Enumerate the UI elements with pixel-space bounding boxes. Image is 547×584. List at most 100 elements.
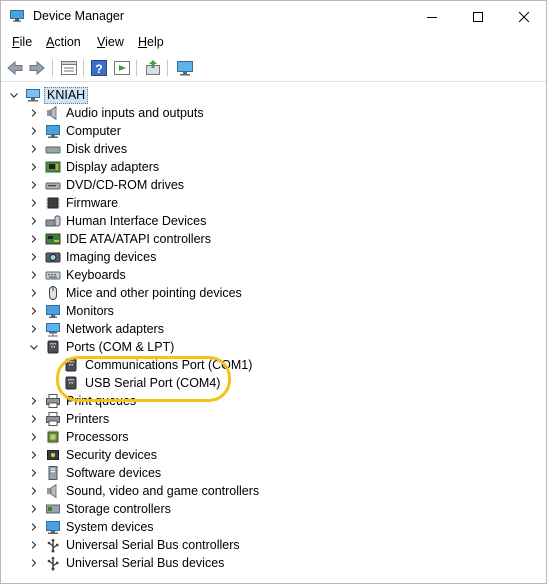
close-button[interactable]: [501, 1, 547, 32]
chevron-right-icon[interactable]: [29, 540, 39, 550]
chevron-right-icon[interactable]: [29, 270, 39, 280]
chevron-right-icon[interactable]: [29, 306, 39, 316]
update-driver-icon[interactable]: [144, 59, 162, 77]
tree-item-processors[interactable]: Processors: [1, 428, 546, 446]
title-bar[interactable]: Device Manager: [1, 1, 546, 32]
chevron-right-icon[interactable]: [29, 252, 39, 262]
chevron-right-icon[interactable]: [29, 504, 39, 514]
tree-item-human-interface-devices[interactable]: Human Interface Devices: [1, 212, 546, 230]
tree-item-label: Universal Serial Bus devices: [66, 556, 225, 570]
chevron-right-icon[interactable]: [29, 450, 39, 460]
toolbar: ?: [1, 54, 546, 82]
mouse-icon: [49, 286, 57, 300]
tree-item-system-devices[interactable]: System devices: [1, 518, 546, 536]
software-device-icon: [48, 466, 58, 480]
tree-item-storage-controllers[interactable]: Storage controllers: [1, 500, 546, 518]
menu-view[interactable]: View: [97, 35, 124, 49]
chevron-right-icon[interactable]: [29, 432, 39, 442]
tree-item-software-devices[interactable]: Software devices: [1, 464, 546, 482]
tree-item-label: Network adapters: [66, 322, 164, 336]
disk-drive-icon: [45, 146, 61, 154]
back-arrow-icon[interactable]: [6, 59, 24, 77]
chevron-right-icon[interactable]: [29, 216, 39, 226]
minimize-icon: [427, 16, 437, 18]
security-icon: [47, 450, 59, 460]
tree-item-label: Imaging devices: [66, 250, 157, 264]
tree-item-label: DVD/CD-ROM drives: [66, 178, 185, 192]
tree-item-imaging-devices[interactable]: Imaging devices: [1, 248, 546, 266]
tree-item-label: Universal Serial Bus controllers: [66, 538, 240, 552]
tree-item-computer[interactable]: Computer: [1, 122, 546, 140]
forward-arrow-icon[interactable]: [28, 59, 46, 77]
tree-item-label: IDE ATA/ATAPI controllers: [66, 232, 211, 246]
tree-item-sound-video-and-game-controllers[interactable]: Sound, video and game controllers: [1, 482, 546, 500]
tree-item-network-adapters[interactable]: Network adapters: [1, 320, 546, 338]
svg-text:?: ?: [95, 62, 102, 76]
tree-item-label: Ports (COM & LPT): [66, 340, 175, 354]
system-device-icon: [46, 521, 60, 534]
tree-item-firmware[interactable]: Firmware: [1, 194, 546, 212]
properties-view-icon[interactable]: [60, 59, 78, 77]
chevron-right-icon[interactable]: [29, 522, 39, 532]
tree-item-display-adapters[interactable]: Display adapters: [1, 158, 546, 176]
tree-item-audio-inputs-and-outputs[interactable]: Audio inputs and outputs: [1, 104, 546, 122]
tree-item-label: System devices: [66, 520, 154, 534]
processor-icon: [47, 430, 59, 444]
chevron-right-icon[interactable]: [29, 288, 39, 298]
chevron-right-icon[interactable]: [29, 324, 39, 334]
chevron-right-icon[interactable]: [29, 180, 39, 190]
tree-root-computer[interactable]: KNIAH: [1, 86, 546, 104]
display-adapter-icon: [45, 161, 61, 173]
chevron-right-icon[interactable]: [29, 162, 39, 172]
usb-icon: [47, 556, 59, 571]
tree-item-security-devices[interactable]: Security devices: [1, 446, 546, 464]
camera-icon: [45, 252, 61, 263]
tree-item-dvd-cd-rom-drives[interactable]: DVD/CD-ROM drives: [1, 176, 546, 194]
tree-item-printers[interactable]: Printers: [1, 410, 546, 428]
tree-item-keyboards[interactable]: Keyboards: [1, 266, 546, 284]
tree-item-universal-serial-bus-devices[interactable]: Universal Serial Bus devices: [1, 554, 546, 572]
highlight-annotation: [56, 356, 231, 402]
printer-icon: [46, 394, 60, 408]
device-manager-app-icon: [10, 10, 24, 22]
menu-file[interactable]: File: [12, 35, 32, 49]
chevron-right-icon[interactable]: [29, 126, 39, 136]
tree-item-label: Software devices: [66, 466, 162, 480]
tree-item-label: Storage controllers: [66, 502, 171, 516]
chevron-down-icon[interactable]: [9, 90, 19, 100]
maximize-icon: [473, 11, 483, 22]
chevron-right-icon[interactable]: [29, 414, 39, 424]
menu-action[interactable]: Action: [46, 35, 81, 49]
chevron-right-icon[interactable]: [29, 144, 39, 154]
tree-item-label: Printers: [66, 412, 110, 426]
tree-item-ports-com-lpt[interactable]: Ports (COM & LPT): [1, 338, 546, 356]
chevron-right-icon[interactable]: [29, 396, 39, 406]
maximize-button[interactable]: [455, 1, 501, 32]
hid-icon: [45, 215, 61, 227]
chevron-right-icon[interactable]: [29, 486, 39, 496]
monitor-icon: [46, 305, 60, 318]
tree-item-label: Keyboards: [66, 268, 126, 282]
device-manager-window: Device Manager File Action View Help ? K…: [0, 0, 547, 584]
chevron-right-icon[interactable]: [29, 468, 39, 478]
network-adapter-icon: [46, 323, 60, 337]
chevron-right-icon[interactable]: [29, 198, 39, 208]
dvd-drive-icon: [45, 182, 61, 190]
tree-item-label: Monitors: [66, 304, 114, 318]
run-icon[interactable]: [113, 59, 131, 77]
tree-item-universal-serial-bus-controllers[interactable]: Universal Serial Bus controllers: [1, 536, 546, 554]
help-icon[interactable]: ?: [90, 59, 108, 77]
tree-item-mice-and-other-pointing-devices[interactable]: Mice and other pointing devices: [1, 284, 546, 302]
tree-item-monitors[interactable]: Monitors: [1, 302, 546, 320]
tree-item-disk-drives[interactable]: Disk drives: [1, 140, 546, 158]
minimize-button[interactable]: [409, 1, 455, 32]
tree-item-label: Mice and other pointing devices: [66, 286, 242, 300]
chevron-right-icon[interactable]: [29, 108, 39, 118]
menu-help[interactable]: Help: [138, 35, 164, 49]
chevron-right-icon[interactable]: [29, 234, 39, 244]
scan-hardware-icon[interactable]: [176, 59, 194, 77]
chevron-right-icon[interactable]: [29, 558, 39, 568]
chevron-down-icon[interactable]: [29, 342, 39, 352]
speaker-icon: [47, 105, 57, 121]
tree-item-ide-ata-atapi-controllers[interactable]: IDE ATA/ATAPI controllers: [1, 230, 546, 248]
